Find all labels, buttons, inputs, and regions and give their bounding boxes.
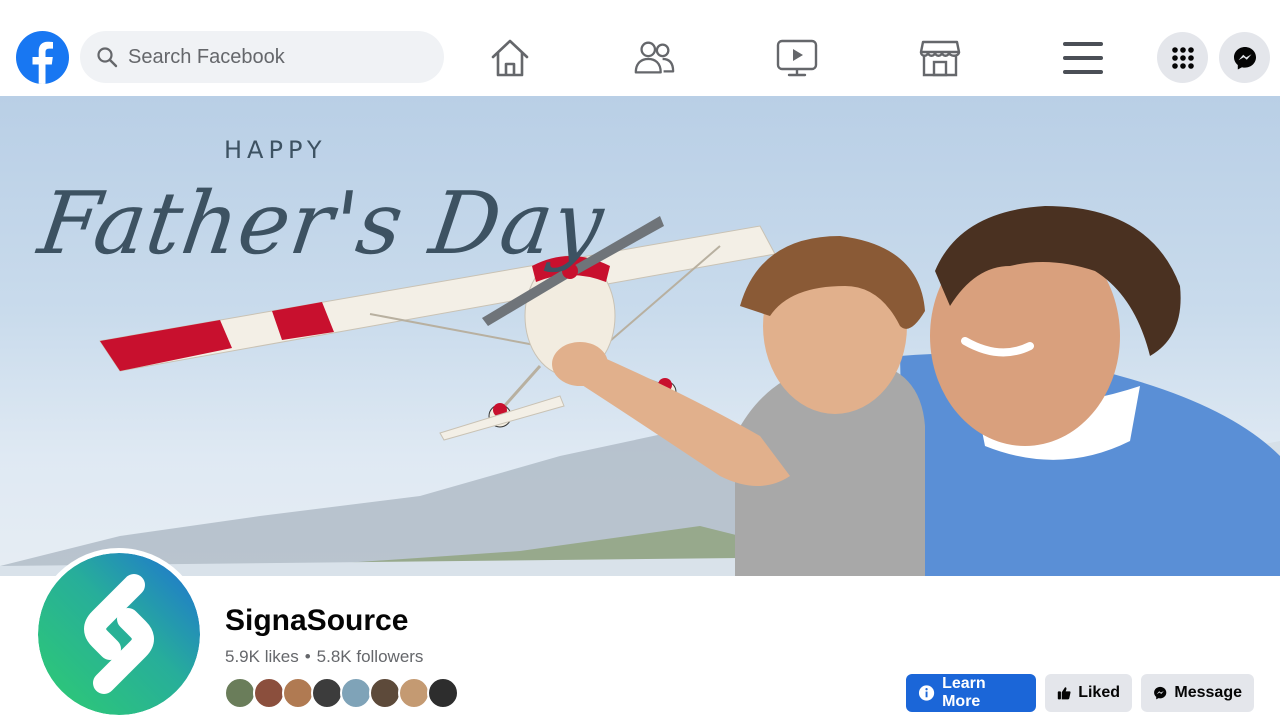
- top-navigation-bar: [0, 0, 1280, 96]
- message-label: Message: [1174, 684, 1242, 701]
- info-icon: [918, 685, 935, 701]
- friend-avatar[interactable]: [253, 677, 285, 709]
- cover-photo[interactable]: HAPPY Father's Day: [0, 96, 1280, 576]
- messenger-button[interactable]: [1219, 32, 1270, 83]
- marketplace-icon[interactable]: [918, 36, 962, 80]
- home-icon[interactable]: [488, 36, 532, 80]
- search-icon: [96, 46, 118, 68]
- facebook-f-icon: [32, 41, 53, 84]
- thumbs-up-icon: [1057, 687, 1071, 700]
- learn-more-label: Learn More: [942, 675, 986, 710]
- message-button[interactable]: Message: [1141, 674, 1254, 712]
- watch-icon[interactable]: [775, 36, 819, 80]
- stats-separator: •: [304, 647, 311, 666]
- followers-count[interactable]: 5.8K followers: [317, 647, 424, 667]
- cover-illustration: [0, 206, 1280, 576]
- messenger-icon: [1154, 686, 1167, 700]
- profile-picture[interactable]: [33, 548, 205, 720]
- liked-button[interactable]: Liked: [1045, 674, 1132, 712]
- friends-icon[interactable]: [632, 36, 676, 80]
- friend-avatar[interactable]: [311, 677, 343, 709]
- signasource-logo-icon: [38, 553, 200, 715]
- menu-icon[interactable]: [1061, 36, 1105, 80]
- cover-greeting-line2: Father's Day: [32, 174, 611, 274]
- search-bar[interactable]: [80, 31, 444, 83]
- cover-greeting-line1: HAPPY: [224, 136, 327, 164]
- liked-label: Liked: [1078, 684, 1120, 701]
- friend-avatar[interactable]: [427, 677, 459, 709]
- friend-avatar[interactable]: [369, 677, 401, 709]
- friend-avatar[interactable]: [224, 677, 256, 709]
- apps-grid-button[interactable]: [1157, 32, 1208, 83]
- search-input[interactable]: [128, 45, 408, 69]
- friends-who-like-list[interactable]: [224, 677, 459, 709]
- learn-more-button[interactable]: Learn More: [906, 674, 1036, 712]
- friend-avatar[interactable]: [398, 677, 430, 709]
- likes-count[interactable]: 5.9K likes: [225, 647, 299, 667]
- messenger-icon: [1233, 46, 1256, 69]
- page-name[interactable]: SignaSource: [225, 604, 408, 638]
- friend-avatar[interactable]: [282, 677, 314, 709]
- page-stats: 5.9K likes • 5.8K followers: [225, 647, 423, 667]
- apps-grid-icon: [1171, 46, 1194, 69]
- friend-avatar[interactable]: [340, 677, 372, 709]
- facebook-logo[interactable]: [16, 31, 69, 84]
